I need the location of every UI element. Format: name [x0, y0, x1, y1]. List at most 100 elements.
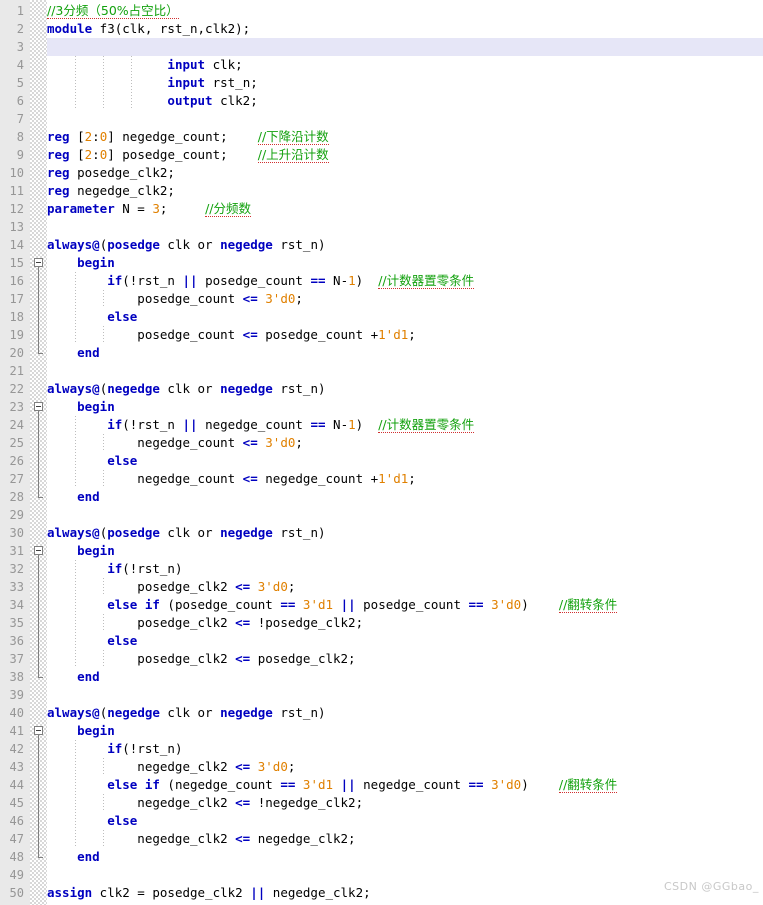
fold-collapse-icon[interactable] — [34, 258, 43, 267]
code-line[interactable]: 24 if(!rst_n || negedge_count == N-1) //… — [0, 416, 763, 434]
code-line[interactable]: 27 negedge_count <= negedge_count +1'd1; — [0, 470, 763, 488]
code-line-text[interactable]: output clk2; — [47, 92, 257, 110]
code-line-text[interactable]: end — [47, 848, 100, 866]
code-line-text[interactable]: begin — [47, 398, 115, 416]
code-line-text[interactable]: reg negedge_clk2; — [47, 182, 175, 200]
code-line-text[interactable]: else if (negedge_count == 3'd1 || negedg… — [47, 776, 618, 794]
code-line[interactable]: 16 if(!rst_n || posedge_count == N-1) //… — [0, 272, 763, 290]
code-line[interactable]: 10 reg posedge_clk2; — [0, 164, 763, 182]
code-line-text[interactable]: if(!rst_n) — [47, 740, 182, 758]
code-line[interactable]: 17 posedge_count <= 3'd0; — [0, 290, 763, 308]
code-line[interactable]: 13 — [0, 218, 763, 236]
code-line[interactable]: 2 module f3(clk, rst_n,clk2); — [0, 20, 763, 38]
code-line[interactable]: 50 assign clk2 = posedge_clk2 || negedge_… — [0, 884, 763, 902]
fold-collapse-icon[interactable] — [34, 546, 43, 555]
code-line-text[interactable]: negedge_count <= negedge_count +1'd1; — [47, 470, 416, 488]
code-line[interactable]: 19 posedge_count <= posedge_count +1'd1; — [0, 326, 763, 344]
code-line-text[interactable]: if(!rst_n || negedge_count == N-1) //计数器… — [47, 416, 475, 434]
code-line[interactable]: 41 begin — [0, 722, 763, 740]
code-line-text[interactable]: end — [47, 488, 100, 506]
code-line-text[interactable]: posedge_count <= 3'd0; — [47, 290, 303, 308]
code-line-text[interactable]: end — [47, 668, 100, 686]
code-line[interactable]: 33 posedge_clk2 <= 3'd0; — [0, 578, 763, 596]
code-line[interactable]: 35 posedge_clk2 <= !posedge_clk2; — [0, 614, 763, 632]
code-line[interactable]: 37 posedge_clk2 <= posedge_clk2; — [0, 650, 763, 668]
code-line[interactable]: 40 always@(negedge clk or negedge rst_n) — [0, 704, 763, 722]
code-line-text[interactable]: posedge_clk2 <= 3'd0; — [47, 578, 295, 596]
code-editor[interactable]: 1 //3分频（50%占空比） 2 module f3(clk, rst_n,clk2… — [0, 0, 763, 905]
code-line-text[interactable]: else — [47, 812, 137, 830]
code-line[interactable]: 43 negedge_clk2 <= 3'd0; — [0, 758, 763, 776]
code-line[interactable]: 45 negedge_clk2 <= !negedge_clk2; — [0, 794, 763, 812]
code-line[interactable]: 32 if(!rst_n) — [0, 560, 763, 578]
code-line[interactable]: 9 reg [2:0] posedge_count; //上升沿计数 — [0, 146, 763, 164]
code-line-text[interactable]: input clk; — [47, 56, 242, 74]
code-line-text[interactable]: posedge_count <= posedge_count +1'd1; — [47, 326, 416, 344]
token-kw: always@ — [47, 705, 100, 720]
code-line[interactable]: 34 else if (posedge_count == 3'd1 || pos… — [0, 596, 763, 614]
code-line[interactable]: 18 else — [0, 308, 763, 326]
code-line[interactable]: 48 end — [0, 848, 763, 866]
code-line[interactable]: 25 negedge_count <= 3'd0; — [0, 434, 763, 452]
code-line[interactable]: 1 //3分频（50%占空比） — [0, 2, 763, 20]
code-line-text[interactable]: else — [47, 308, 137, 326]
code-line[interactable]: 31 begin — [0, 542, 763, 560]
code-line[interactable]: 49 — [0, 866, 763, 884]
code-line-text[interactable]: reg posedge_clk2; — [47, 164, 175, 182]
code-line[interactable]: 15 begin — [0, 254, 763, 272]
code-line-text[interactable]: posedge_clk2 <= posedge_clk2; — [47, 650, 355, 668]
code-line-text[interactable]: //3分频（50%占空比） — [47, 2, 179, 20]
code-line-text[interactable]: else if (posedge_count == 3'd1 || posedg… — [47, 596, 618, 614]
code-line[interactable]: 38 end — [0, 668, 763, 686]
code-line[interactable]: 23 begin — [0, 398, 763, 416]
code-line-text[interactable]: input rst_n; — [47, 74, 257, 92]
code-line[interactable]: 3 — [0, 38, 763, 56]
code-line-text[interactable]: negedge_clk2 <= !negedge_clk2; — [47, 794, 363, 812]
code-line[interactable]: 14 always@(posedge clk or negedge rst_n) — [0, 236, 763, 254]
code-line-text[interactable]: else — [47, 452, 137, 470]
code-line[interactable]: 5 input rst_n; — [0, 74, 763, 92]
code-line-text[interactable]: end — [47, 344, 100, 362]
code-line-text[interactable]: negedge_clk2 <= 3'd0; — [47, 758, 295, 776]
fold-collapse-icon[interactable] — [34, 726, 43, 735]
code-line[interactable]: 22 always@(negedge clk or negedge rst_n) — [0, 380, 763, 398]
code-line-text[interactable]: if(!rst_n || posedge_count == N-1) //计数器… — [47, 272, 475, 290]
code-line[interactable]: 6 output clk2; — [0, 92, 763, 110]
code-line-text[interactable]: if(!rst_n) — [47, 560, 182, 578]
code-line[interactable]: 39 — [0, 686, 763, 704]
code-line-text[interactable]: module f3(clk, rst_n,clk2); — [47, 20, 250, 38]
code-line[interactable]: 30 always@(posedge clk or negedge rst_n) — [0, 524, 763, 542]
line-number: 35 — [9, 616, 24, 630]
code-line-text[interactable]: always@(posedge clk or negedge rst_n) — [47, 524, 326, 542]
code-line[interactable]: 47 negedge_clk2 <= negedge_clk2; — [0, 830, 763, 848]
code-line[interactable]: 12 parameter N = 3; //分频数 — [0, 200, 763, 218]
code-line-text[interactable]: negedge_count <= 3'd0; — [47, 434, 303, 452]
code-line[interactable]: 4 input clk; — [0, 56, 763, 74]
code-line[interactable]: 36 else — [0, 632, 763, 650]
code-line[interactable]: 11 reg negedge_clk2; — [0, 182, 763, 200]
code-line-text[interactable]: begin — [47, 542, 115, 560]
code-line-text[interactable]: always@(negedge clk or negedge rst_n) — [47, 704, 326, 722]
code-line[interactable]: 42 if(!rst_n) — [0, 740, 763, 758]
code-line[interactable]: 44 else if (negedge_count == 3'd1 || neg… — [0, 776, 763, 794]
code-line[interactable]: 8 reg [2:0] negedge_count; //下降沿计数 — [0, 128, 763, 146]
code-line[interactable]: 7 — [0, 110, 763, 128]
code-line-text[interactable]: assign clk2 = posedge_clk2 || negedge_cl… — [47, 884, 371, 902]
code-line-text[interactable]: negedge_clk2 <= negedge_clk2; — [47, 830, 355, 848]
code-line-text[interactable]: reg [2:0] negedge_count; //下降沿计数 — [47, 128, 329, 146]
code-line-text[interactable]: posedge_clk2 <= !posedge_clk2; — [47, 614, 363, 632]
code-line-text[interactable]: else — [47, 632, 137, 650]
code-line-text[interactable]: always@(posedge clk or negedge rst_n) — [47, 236, 326, 254]
code-line[interactable]: 26 else — [0, 452, 763, 470]
code-line-text[interactable]: begin — [47, 254, 115, 272]
code-line-text[interactable]: always@(negedge clk or negedge rst_n) — [47, 380, 326, 398]
fold-collapse-icon[interactable] — [34, 402, 43, 411]
code-line[interactable]: 46 else — [0, 812, 763, 830]
code-line-text[interactable]: begin — [47, 722, 115, 740]
code-line[interactable]: 28 end — [0, 488, 763, 506]
code-line[interactable]: 21 — [0, 362, 763, 380]
code-line-text[interactable]: parameter N = 3; //分频数 — [47, 200, 251, 218]
code-line-text[interactable]: reg [2:0] posedge_count; //上升沿计数 — [47, 146, 329, 164]
code-line[interactable]: 29 — [0, 506, 763, 524]
code-line[interactable]: 20 end — [0, 344, 763, 362]
